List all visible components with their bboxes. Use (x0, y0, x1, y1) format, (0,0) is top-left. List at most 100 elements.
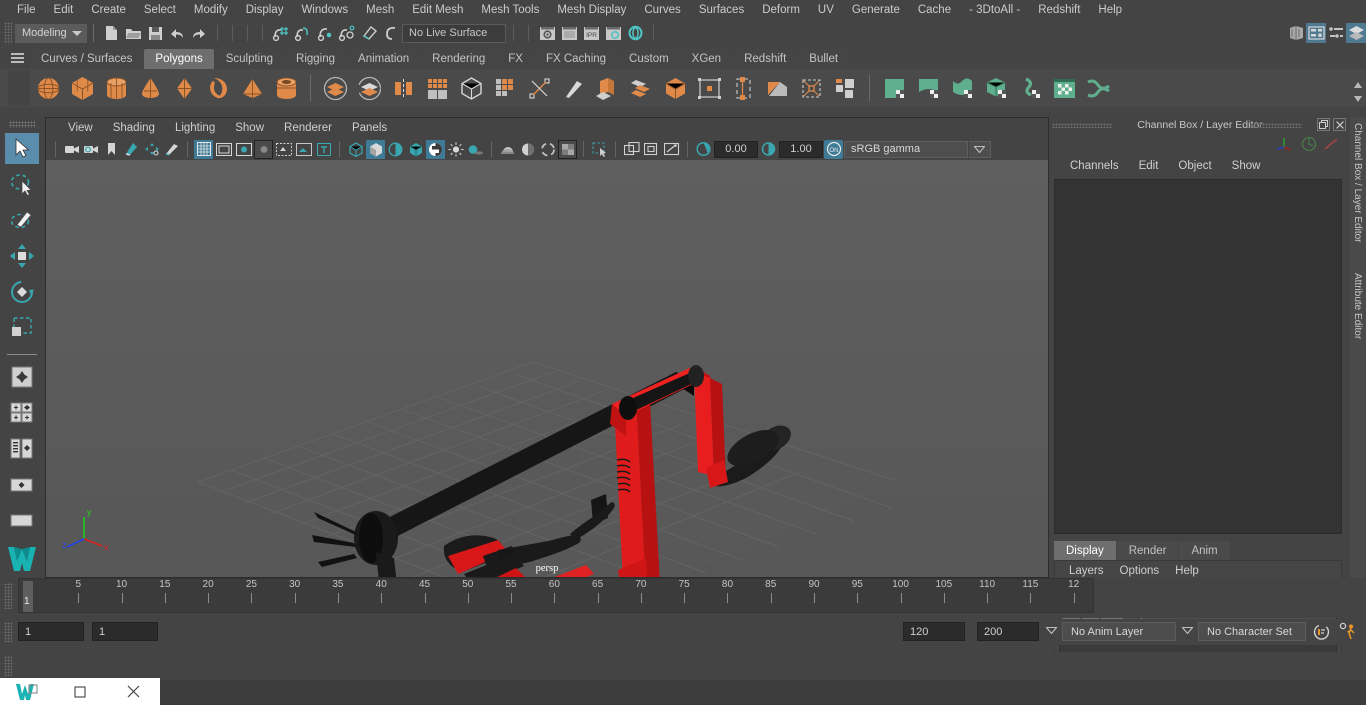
menu-file[interactable]: File (8, 1, 45, 20)
channel-menu-show[interactable]: Show (1222, 159, 1271, 173)
shelf-tab-custom[interactable]: Custom (618, 49, 680, 69)
last-tool-icon[interactable] (5, 361, 39, 393)
shelf-tab-xgen[interactable]: XGen (680, 49, 733, 69)
snap-to-view-plane-icon[interactable] (358, 22, 380, 44)
toolbox-grip[interactable] (9, 121, 35, 128)
color-space-dropdown-arrow[interactable] (969, 140, 991, 158)
new-scene-icon[interactable] (100, 22, 122, 44)
status-line-grip[interactable] (4, 22, 12, 44)
sculpt-smear-icon[interactable] (1014, 72, 1046, 104)
shelf-tab-polygons[interactable]: Polygons (144, 49, 214, 69)
append-icon[interactable] (727, 72, 759, 104)
knife-icon[interactable] (557, 72, 589, 104)
render-settings-icon[interactable] (602, 22, 624, 44)
layer-tab-anim[interactable]: Anim (1179, 541, 1230, 560)
live-surface-field[interactable]: No Live Surface (402, 23, 506, 43)
snap-to-curve-icon[interactable] (292, 22, 314, 44)
menu-edit-mesh[interactable]: Edit Mesh (403, 1, 472, 20)
character-set-selector[interactable]: No Character Set (1198, 622, 1306, 641)
film-gate-icon[interactable] (214, 140, 233, 159)
viewport-menu-panels[interactable]: Panels (342, 121, 397, 135)
aa-icon[interactable] (498, 140, 517, 159)
sidebar-channel-box-icon[interactable] (1346, 23, 1366, 43)
menu-set-selector[interactable]: Modeling (15, 23, 87, 43)
snap-to-point-icon[interactable] (314, 22, 336, 44)
ao-icon[interactable] (518, 140, 537, 159)
panel-two-icon[interactable] (622, 140, 641, 159)
menu-cache[interactable]: Cache (909, 1, 960, 20)
shadows-icon[interactable] (466, 140, 485, 159)
viewport-menu-renderer[interactable]: Renderer (274, 121, 342, 135)
persp-layout-icon[interactable] (5, 504, 39, 536)
polytorus-icon[interactable] (202, 72, 234, 104)
paint-select-tool-icon[interactable] (5, 204, 39, 236)
sculpt-flatten-icon[interactable] (946, 72, 978, 104)
menu-generate[interactable]: Generate (843, 1, 909, 20)
polysphere-icon[interactable] (32, 72, 64, 104)
color-space-selector[interactable]: sRGB gamma (844, 140, 968, 158)
menu-3dtoall[interactable]: - 3DtoAll - (960, 1, 1029, 20)
animation-end-time-field[interactable]: 200 (977, 622, 1039, 641)
menu-curves[interactable]: Curves (635, 1, 689, 20)
maya-app-icon[interactable] (0, 678, 53, 705)
image-plane-icon[interactable] (122, 140, 141, 159)
textured-icon[interactable] (406, 140, 425, 159)
anim-layer-dropdown-arrow[interactable] (1044, 622, 1058, 639)
shelf-scroll-arrows[interactable] (1352, 78, 1364, 106)
menu-mesh[interactable]: Mesh (357, 1, 403, 20)
menu-uv[interactable]: UV (809, 1, 843, 20)
render-current-frame-icon[interactable] (536, 22, 558, 44)
sculpt-cube-icon[interactable] (980, 72, 1012, 104)
isolate-select-icon[interactable] (590, 140, 609, 159)
side-tab-attribute-editor[interactable]: Attribute Editor (1350, 267, 1365, 345)
shelf-tab-fx[interactable]: FX (497, 49, 534, 69)
select-tool-icon[interactable] (5, 132, 39, 165)
hypershade-icon[interactable] (624, 22, 646, 44)
shelf-tab-bullet[interactable]: Bullet (798, 49, 850, 69)
scale-tool-icon[interactable] (5, 312, 39, 344)
3d-viewport[interactable]: persp y x z (46, 160, 1048, 577)
quaddraw-icon[interactable] (829, 72, 861, 104)
range-slider-grip[interactable] (4, 622, 12, 642)
menu-deform[interactable]: Deform (753, 1, 809, 20)
menu-redshift[interactable]: Redshift (1029, 1, 1089, 20)
side-tab-channel-box[interactable]: Channel Box / Layer Editor (1350, 117, 1365, 249)
twopoint-icon[interactable] (142, 140, 161, 159)
hud-icon[interactable] (162, 140, 181, 159)
shelf-tab-sculpting[interactable]: Sculpting (214, 49, 285, 69)
close-icon[interactable] (1333, 118, 1346, 131)
shelf-tab-curves-surfaces[interactable]: Curves / Surfaces (30, 49, 144, 69)
bridge-icon[interactable] (625, 72, 657, 104)
menu-select[interactable]: Select (135, 1, 185, 20)
undock-icon[interactable] (1317, 118, 1330, 131)
sculpt-grab-icon[interactable] (878, 72, 910, 104)
sculpt-pinch-icon[interactable] (912, 72, 944, 104)
layer-menu-help[interactable]: Help (1167, 564, 1207, 578)
command-line-grip[interactable] (4, 656, 12, 676)
animation-preferences-icon[interactable] (1338, 622, 1358, 641)
shelf-tab-rendering[interactable]: Rendering (421, 49, 497, 69)
camera-attributes-icon[interactable] (82, 140, 101, 159)
exposure-icon[interactable] (694, 140, 713, 159)
menu-create[interactable]: Create (82, 1, 135, 20)
viewport-menu-view[interactable]: View (58, 121, 103, 135)
character-set-dropdown-arrow[interactable] (1180, 622, 1194, 639)
combine-icon[interactable] (319, 72, 351, 104)
bookmark-icon[interactable] (102, 140, 121, 159)
smooth-icon[interactable] (421, 72, 453, 104)
lasso-select-tool-icon[interactable] (5, 168, 39, 200)
undo-icon[interactable] (166, 22, 188, 44)
redo-icon[interactable] (188, 22, 210, 44)
xray-joints-icon[interactable] (294, 140, 313, 159)
redo-render-icon[interactable] (558, 22, 580, 44)
polycube-icon[interactable] (66, 72, 98, 104)
channel-menu-channels[interactable]: Channels (1060, 159, 1129, 173)
make-live-icon[interactable] (380, 22, 402, 44)
panel-grip-left[interactable] (1052, 123, 1112, 128)
polycone-icon[interactable] (134, 72, 166, 104)
extrude-icon[interactable] (591, 72, 623, 104)
extract-icon[interactable] (489, 72, 521, 104)
ipr-render-icon[interactable]: IPR (580, 22, 602, 44)
rotate-tool-icon[interactable] (5, 276, 39, 308)
ssao-icon[interactable] (558, 139, 577, 159)
